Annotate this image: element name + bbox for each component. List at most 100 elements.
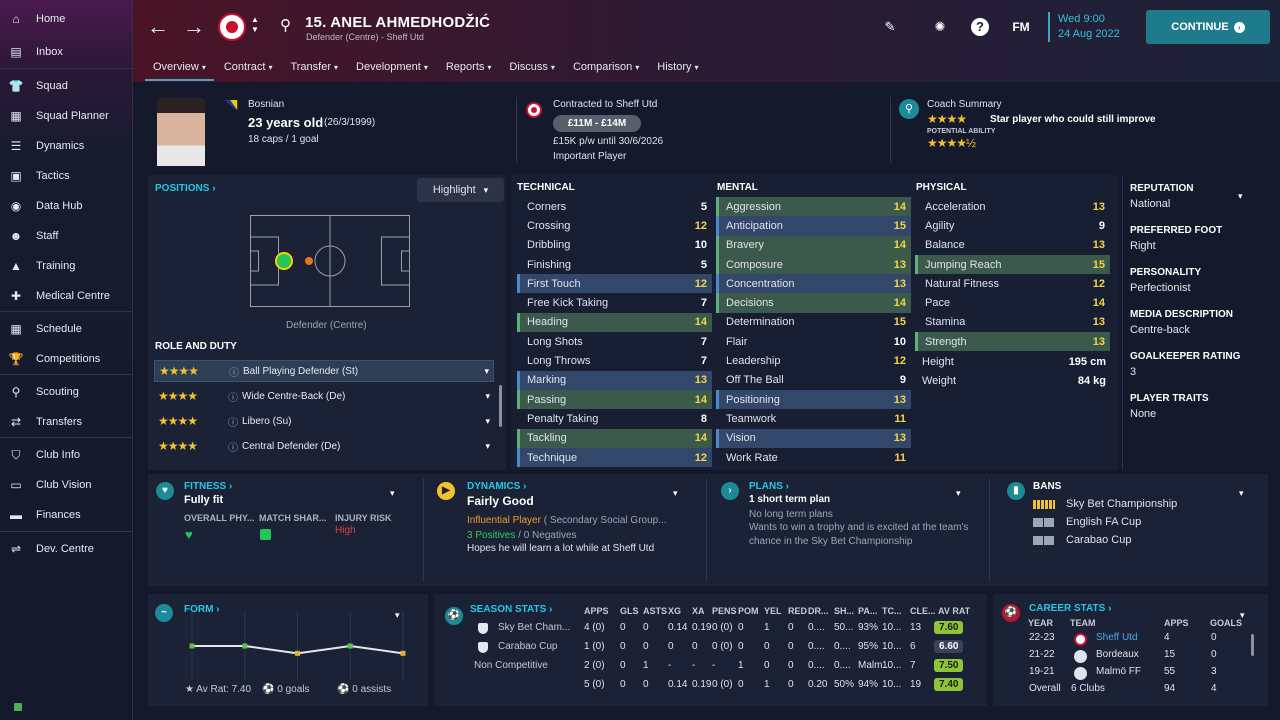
- chevron-down-icon[interactable]: ▾: [673, 488, 678, 499]
- back-arrow-icon[interactable]: ←: [147, 14, 169, 40]
- sidebar-item-tactics[interactable]: ▣ Tactics: [0, 163, 133, 189]
- highlight-dropdown[interactable]: Highlight ▾: [417, 178, 504, 202]
- roles-scrollbar[interactable]: [499, 385, 502, 427]
- attribute-row[interactable]: First Touch 12: [517, 274, 712, 294]
- attribute-row[interactable]: Balance 13: [915, 236, 1110, 255]
- help-icon[interactable]: ?: [971, 18, 989, 36]
- tab-history[interactable]: History ▾: [649, 58, 706, 81]
- career-scrollbar[interactable]: [1251, 634, 1254, 656]
- sidebar-item-dev-centre[interactable]: ⇌ Dev. Centre: [0, 536, 133, 562]
- attribute-row[interactable]: Passing 14: [517, 389, 712, 410]
- attribute-row[interactable]: Dribbling 10: [517, 236, 712, 255]
- tab-development[interactable]: Development ▾: [348, 58, 436, 81]
- club-crest-icon[interactable]: [218, 13, 246, 41]
- sidebar-item-training[interactable]: ▲ Training: [0, 253, 133, 279]
- sidebar-item-medical-centre[interactable]: ✚ Medical Centre: [0, 283, 133, 309]
- attribute-row[interactable]: Long Shots 7: [517, 332, 712, 351]
- info-icon[interactable]: ⓘ: [228, 414, 238, 429]
- sidebar-item-club-info[interactable]: ⛉ Club Info: [0, 442, 133, 468]
- attribute-row[interactable]: Positioning 13: [716, 389, 911, 410]
- tab-contract[interactable]: Contract ▾: [216, 58, 281, 81]
- sidebar-item-competitions[interactable]: 🏆 Competitions: [0, 346, 133, 372]
- sidebar-item-squad-planner[interactable]: ▦ Squad Planner: [0, 103, 133, 129]
- season-header-cell[interactable]: GLS: [620, 606, 639, 616]
- season-header-cell[interactable]: SH...: [834, 606, 854, 616]
- attribute-row[interactable]: Flair 10: [716, 332, 911, 351]
- season-header-cell[interactable]: YEL: [764, 606, 782, 616]
- attribute-row[interactable]: Vision 13: [716, 428, 911, 448]
- season-header-cell[interactable]: XG: [668, 606, 681, 616]
- sidebar-item-inbox[interactable]: ▤ Inbox: [0, 39, 133, 65]
- sidebar-item-schedule[interactable]: ▦ Schedule: [0, 316, 133, 342]
- plans-link[interactable]: PLANS ›: [749, 481, 789, 492]
- season-header-cell[interactable]: APPS: [584, 606, 609, 616]
- chevron-down-icon[interactable]: ▾: [484, 366, 489, 377]
- attribute-row[interactable]: Technique 12: [517, 447, 712, 468]
- season-comp-name[interactable]: Carabao Cup: [498, 641, 557, 652]
- season-header-cell[interactable]: CLE...: [910, 606, 936, 616]
- chevron-down-icon[interactable]: ▾: [485, 391, 490, 402]
- season-header-cell[interactable]: PA...: [858, 606, 877, 616]
- season-header-cell[interactable]: ASTS: [643, 606, 667, 616]
- attribute-row[interactable]: Free Kick Taking 7: [517, 293, 712, 312]
- tab-transfer[interactable]: Transfer ▾: [282, 58, 346, 81]
- chevron-down-icon[interactable]: ▾: [1239, 488, 1244, 499]
- attribute-row[interactable]: Determination 15: [716, 313, 911, 332]
- search-icon[interactable]: ⚲: [280, 16, 291, 34]
- sidebar-item-squad[interactable]: 👕 Squad: [0, 73, 133, 99]
- fm-menu-button[interactable]: FM: [1009, 18, 1033, 36]
- role-row[interactable]: ★★★★ ⓘ Central Defender (De) ▾: [154, 435, 494, 457]
- sidebar-item-transfers[interactable]: ⇄ Transfers: [0, 409, 133, 435]
- career-team[interactable]: Sheff Utd: [1096, 632, 1138, 643]
- attribute-row[interactable]: Teamwork 11: [716, 409, 911, 428]
- attribute-row[interactable]: Agility 9: [915, 216, 1110, 235]
- attribute-row[interactable]: Leadership 12: [716, 351, 911, 370]
- season-header-cell[interactable]: TC...: [882, 606, 902, 616]
- season-header-cell[interactable]: RED: [788, 606, 807, 616]
- forward-arrow-icon[interactable]: →: [183, 14, 205, 40]
- attribute-row[interactable]: Concentration 13: [716, 274, 911, 294]
- edit-pencil-icon[interactable]: ✎: [881, 18, 899, 36]
- info-icon[interactable]: ⓘ: [228, 439, 238, 454]
- positions-link[interactable]: POSITIONS ›: [155, 183, 216, 194]
- attribute-row[interactable]: Long Throws 7: [517, 351, 712, 370]
- sidebar-item-club-vision[interactable]: ▭ Club Vision: [0, 472, 133, 498]
- chevron-down-icon[interactable]: ▾: [390, 488, 395, 499]
- attribute-row[interactable]: Corners 5: [517, 197, 712, 216]
- sidebar-item-home[interactable]: ⌂ Home: [0, 6, 133, 32]
- attribute-row[interactable]: Acceleration 13: [915, 197, 1110, 216]
- tab-comparison[interactable]: Comparison ▾: [565, 58, 647, 81]
- career-team[interactable]: Bordeaux: [1096, 649, 1139, 660]
- sidebar-item-scouting[interactable]: ⚲ Scouting: [0, 379, 133, 405]
- attribute-row[interactable]: Stamina 13: [915, 313, 1110, 332]
- attribute-row[interactable]: Jumping Reach 15: [915, 254, 1110, 275]
- season-header-cell[interactable]: PENS: [712, 606, 737, 616]
- season-header-cell[interactable]: POM: [738, 606, 759, 616]
- career-team[interactable]: Malmö FF: [1096, 666, 1141, 677]
- transfer-value-badge[interactable]: £11M - £14M: [553, 115, 641, 132]
- info-icon[interactable]: ⓘ: [228, 389, 238, 404]
- season-stats-link[interactable]: SEASON STATS ›: [470, 604, 552, 615]
- sidebar-item-staff[interactable]: ☻ Staff: [0, 223, 133, 249]
- dynamics-link[interactable]: DYNAMICS ›: [467, 481, 526, 492]
- continue-button[interactable]: CONTINUE ›: [1146, 10, 1270, 44]
- attribute-row[interactable]: Penalty Taking 8: [517, 409, 712, 428]
- info-icon[interactable]: ⓘ: [229, 364, 239, 379]
- sidebar-item-data-hub[interactable]: ◉ Data Hub: [0, 193, 133, 219]
- attribute-row[interactable]: Anticipation 15: [716, 216, 911, 236]
- season-comp-name[interactable]: Sky Bet Cham...: [498, 622, 570, 633]
- role-row[interactable]: ★★★★ ⓘ Wide Centre-Back (De) ▾: [154, 385, 494, 407]
- tab-overview[interactable]: Overview ▾: [145, 58, 214, 81]
- game-date[interactable]: Wed 9:00 24 Aug 2022: [1048, 12, 1120, 42]
- club-switch-chevrons-icon[interactable]: ▲ ▼: [251, 15, 259, 35]
- fitness-link[interactable]: FITNESS ›: [184, 481, 232, 492]
- contract-label[interactable]: Contracted to Sheff Utd: [553, 99, 657, 110]
- season-comp-name[interactable]: Non Competitive: [474, 660, 548, 671]
- attribute-row[interactable]: Composure 13: [716, 254, 911, 275]
- chevron-down-icon[interactable]: ▾: [1238, 191, 1243, 202]
- chevron-down-icon[interactable]: ▾: [485, 441, 490, 452]
- attribute-row[interactable]: Pace 14: [915, 293, 1110, 312]
- sidebar-item-dynamics[interactable]: ☰ Dynamics: [0, 133, 133, 159]
- attribute-row[interactable]: Finishing 5: [517, 255, 712, 274]
- attribute-row[interactable]: Decisions 14: [716, 293, 911, 313]
